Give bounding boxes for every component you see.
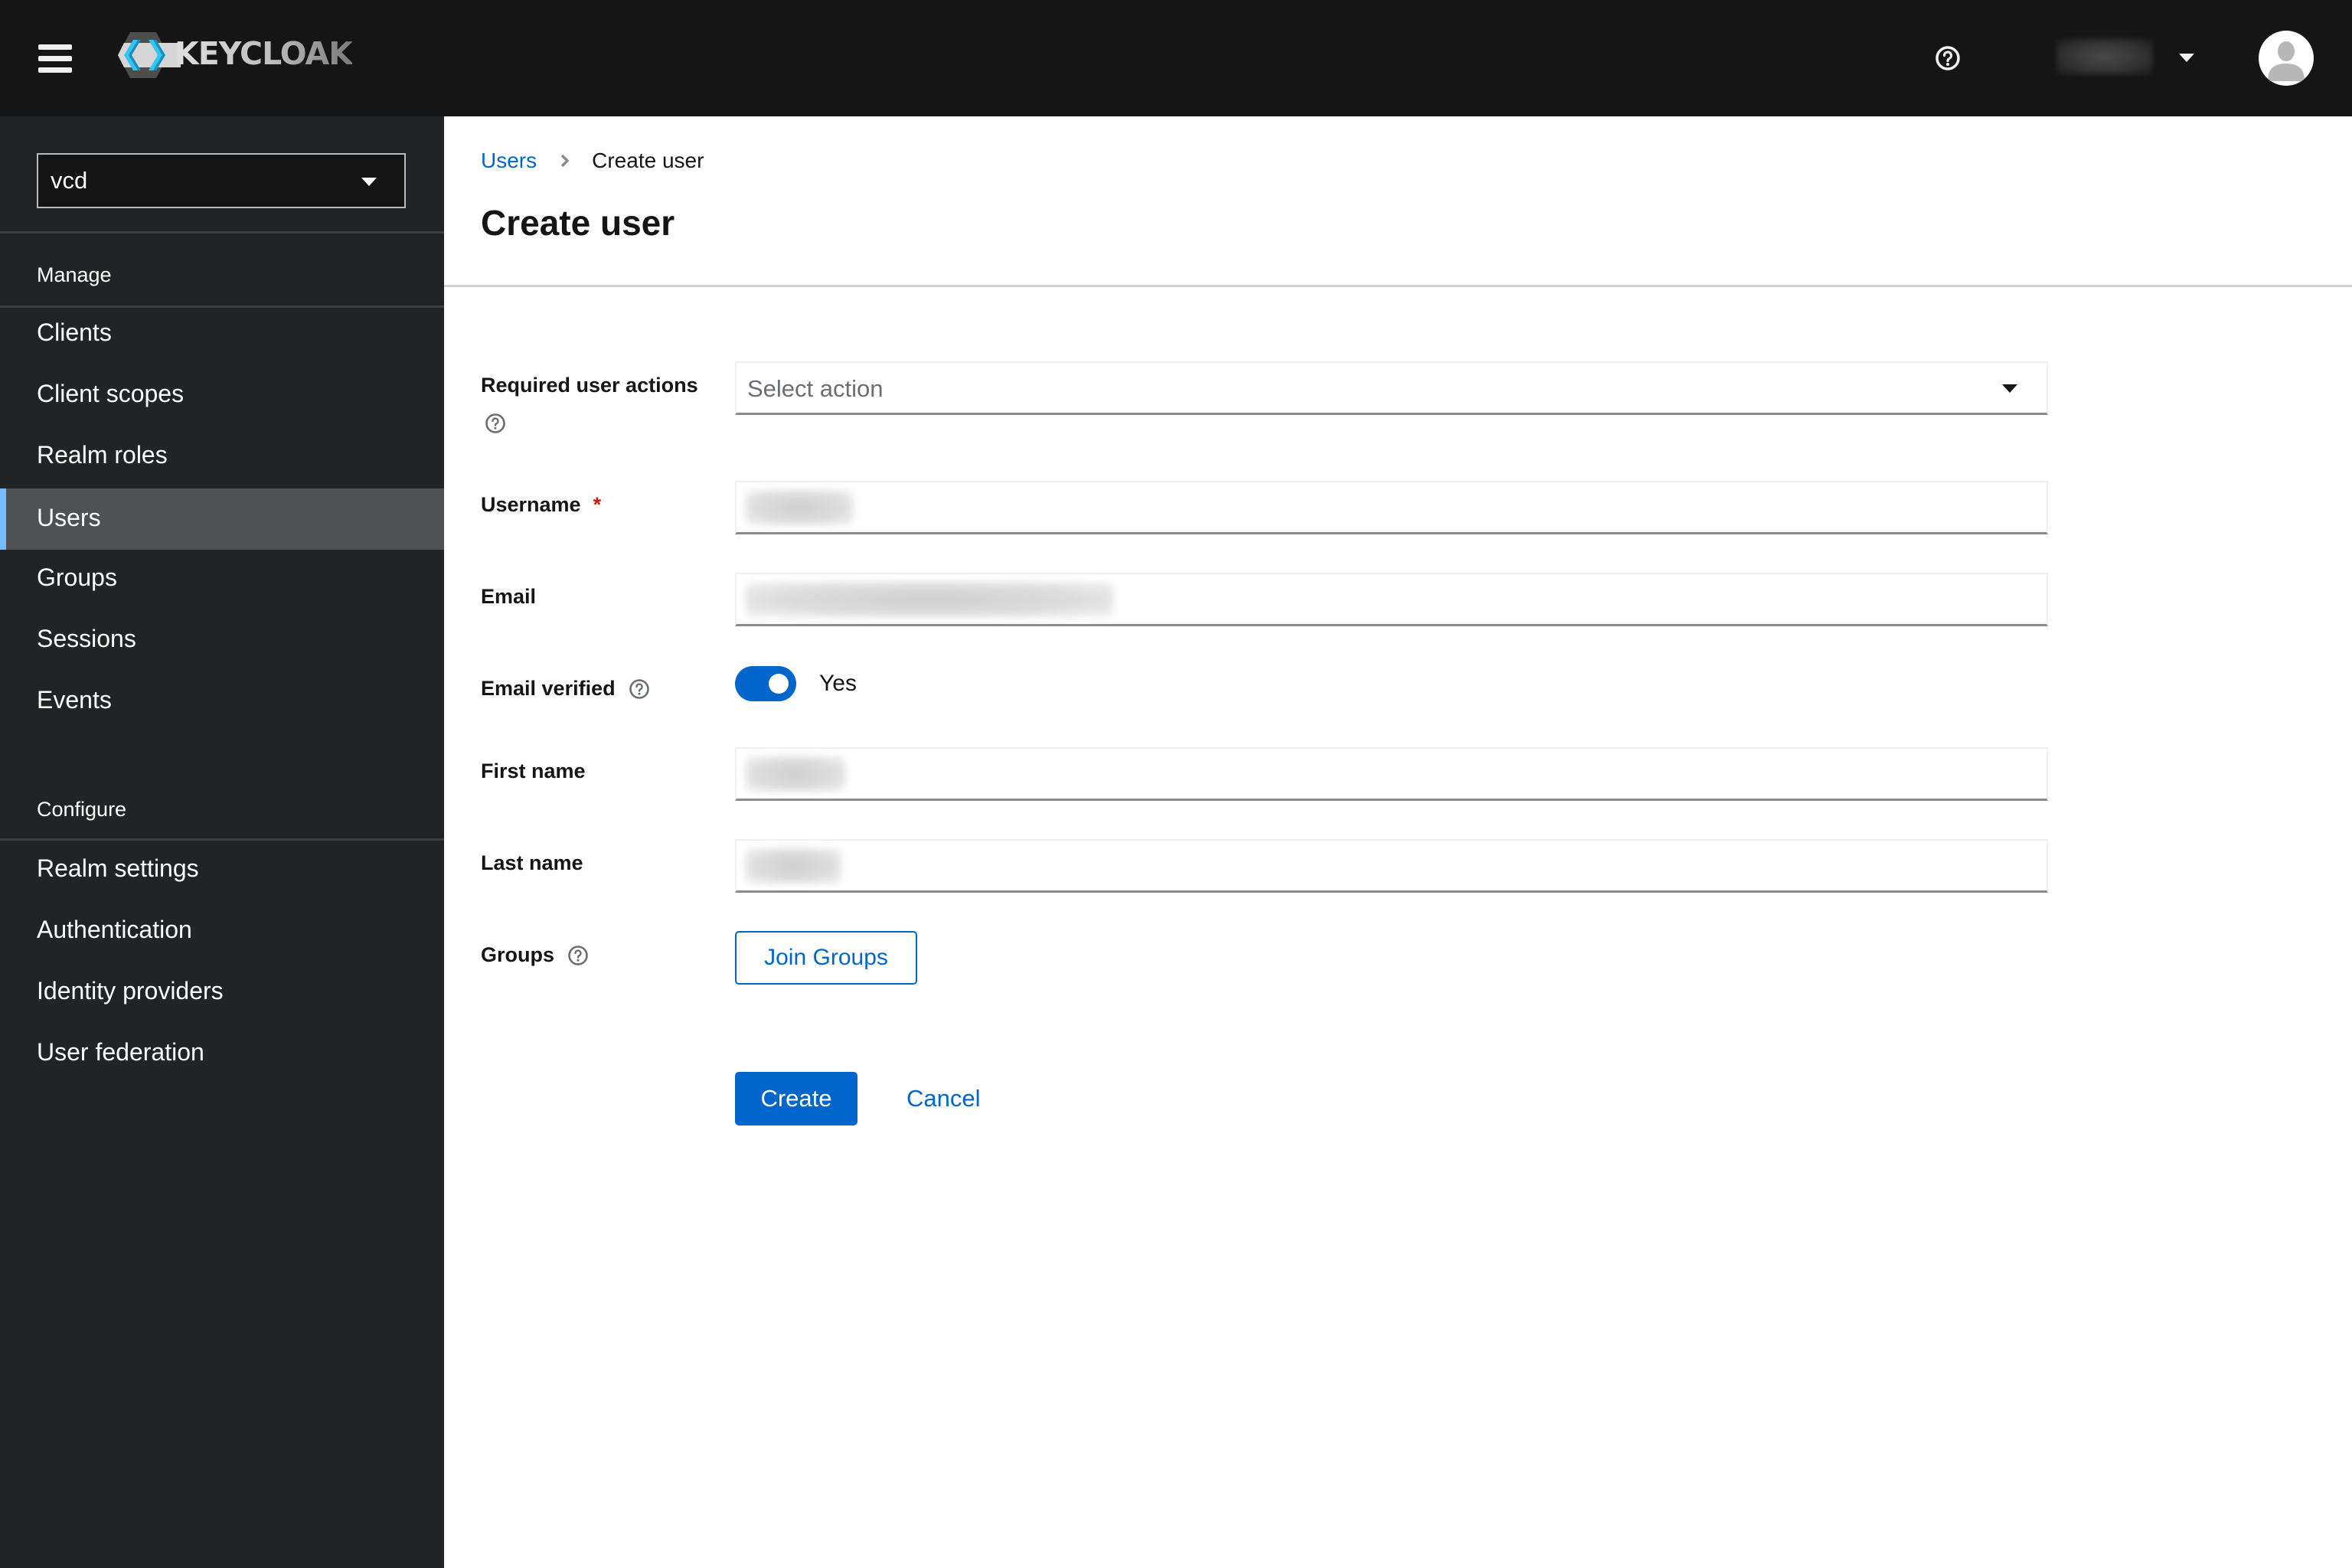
caret-down-icon: [2002, 384, 2017, 393]
sidebar-item-label: Realm roles: [37, 441, 168, 469]
sidebar: vcd Manage Clients Client scopes Realm r…: [0, 116, 444, 1568]
sidebar-item-label: Clients: [37, 318, 112, 346]
email-verified-label: Email verified: [481, 677, 651, 701]
sidebar-item-realm-roles[interactable]: Realm roles: [0, 426, 444, 487]
page-title: Create user: [481, 203, 675, 243]
sidebar-item-client-scopes[interactable]: Client scopes: [0, 364, 444, 426]
first-name-label-text: First name: [481, 760, 586, 782]
first-name-label: First name: [481, 760, 586, 783]
page-header-divider: [444, 285, 2352, 287]
groups-label-text: Groups: [481, 943, 555, 966]
switch-knob: [769, 674, 789, 694]
keycloak-logo[interactable]: KEYCLOAK: [115, 31, 360, 80]
caret-down-icon: [361, 178, 377, 186]
help-button[interactable]: [1932, 43, 1963, 74]
user-avatar-icon: [2268, 41, 2305, 81]
realm-selector[interactable]: vcd: [37, 153, 406, 208]
email-verified-state: Yes: [819, 671, 857, 696]
sidebar-item-user-federation[interactable]: User federation: [0, 1023, 444, 1084]
hamburger-menu-icon[interactable]: [38, 43, 72, 74]
sidebar-item-realm-settings[interactable]: Realm settings: [0, 839, 444, 900]
sidebar-item-label: Authentication: [37, 916, 192, 943]
hamburger-bar: [38, 67, 72, 73]
hamburger-bar: [38, 56, 72, 61]
breadcrumb: Users Create user: [481, 145, 704, 176]
sidebar-item-label: Realm settings: [37, 854, 199, 882]
sidebar-item-label: Events: [37, 686, 112, 714]
required-actions-placeholder: Select action: [747, 375, 884, 402]
breadcrumb-users-link[interactable]: Users: [481, 149, 537, 173]
sidebar-item-users[interactable]: Users: [0, 488, 444, 550]
keycloak-logo-icon: [118, 32, 181, 78]
last-name-label-text: Last name: [481, 851, 583, 874]
masthead: KEYCLOAK: [0, 0, 2352, 116]
username-label-text: Username: [481, 493, 581, 516]
last-name-value-redacted: [746, 848, 841, 884]
email-verified-switch[interactable]: [735, 666, 796, 701]
angle-right-icon: [560, 154, 570, 168]
first-name-value-redacted: [746, 756, 845, 792]
email-value-redacted: [746, 582, 1113, 617]
caret-down-icon[interactable]: [2179, 54, 2194, 62]
breadcrumb-current: Create user: [592, 149, 704, 172]
sidebar-item-events[interactable]: Events: [0, 671, 444, 732]
nav-section-configure: Configure: [37, 798, 127, 821]
sidebar-item-label: Users: [37, 504, 101, 531]
sidebar-item-groups[interactable]: Groups: [0, 548, 444, 609]
brand-name: KEYCLOAK: [175, 35, 353, 72]
email-label-text: Email: [481, 585, 537, 608]
last-name-input[interactable]: [735, 839, 2048, 893]
nav-section-manage: Manage: [37, 263, 112, 286]
user-name: [2056, 38, 2153, 75]
required-marker: *: [593, 493, 602, 516]
email-input[interactable]: [735, 573, 2048, 626]
question-circle-icon: [1936, 46, 1960, 70]
realm-selector-value: vcd: [51, 167, 88, 194]
main-content: Users Create user Create user Required u…: [444, 116, 2352, 1568]
username-value-redacted: [746, 490, 853, 525]
join-groups-button[interactable]: Join Groups: [735, 931, 917, 985]
required-actions-label-text: Required user actions: [481, 374, 698, 397]
required-actions-select[interactable]: Select action: [735, 361, 2048, 415]
sidebar-item-label: Sessions: [37, 625, 136, 652]
cancel-button[interactable]: Cancel: [906, 1072, 981, 1125]
sidebar-item-identity-providers[interactable]: Identity providers: [0, 962, 444, 1023]
last-name-label: Last name: [481, 851, 583, 875]
sidebar-item-label: Groups: [37, 564, 117, 591]
sidebar-item-authentication[interactable]: Authentication: [0, 900, 444, 962]
username-label: Username *: [481, 493, 601, 517]
create-button[interactable]: Create: [735, 1072, 858, 1125]
hamburger-bar: [38, 44, 72, 50]
first-name-input[interactable]: [735, 747, 2048, 801]
sidebar-item-clients[interactable]: Clients: [0, 303, 444, 364]
question-circle-icon[interactable]: [567, 944, 590, 967]
question-circle-icon[interactable]: [628, 678, 651, 701]
sidebar-item-label: Identity providers: [37, 977, 224, 1004]
question-circle-icon[interactable]: [484, 412, 507, 435]
sidebar-item-label: User federation: [37, 1038, 204, 1066]
sidebar-item-label: Client scopes: [37, 380, 185, 407]
required-actions-label: Required user actions: [481, 374, 698, 397]
username-input[interactable]: [735, 481, 2048, 534]
email-label: Email: [481, 585, 536, 609]
user-avatar[interactable]: [2259, 31, 2314, 86]
sidebar-divider: [0, 231, 444, 234]
groups-label: Groups: [481, 943, 590, 967]
email-verified-label-text: Email verified: [481, 677, 616, 700]
sidebar-item-sessions[interactable]: Sessions: [0, 609, 444, 671]
